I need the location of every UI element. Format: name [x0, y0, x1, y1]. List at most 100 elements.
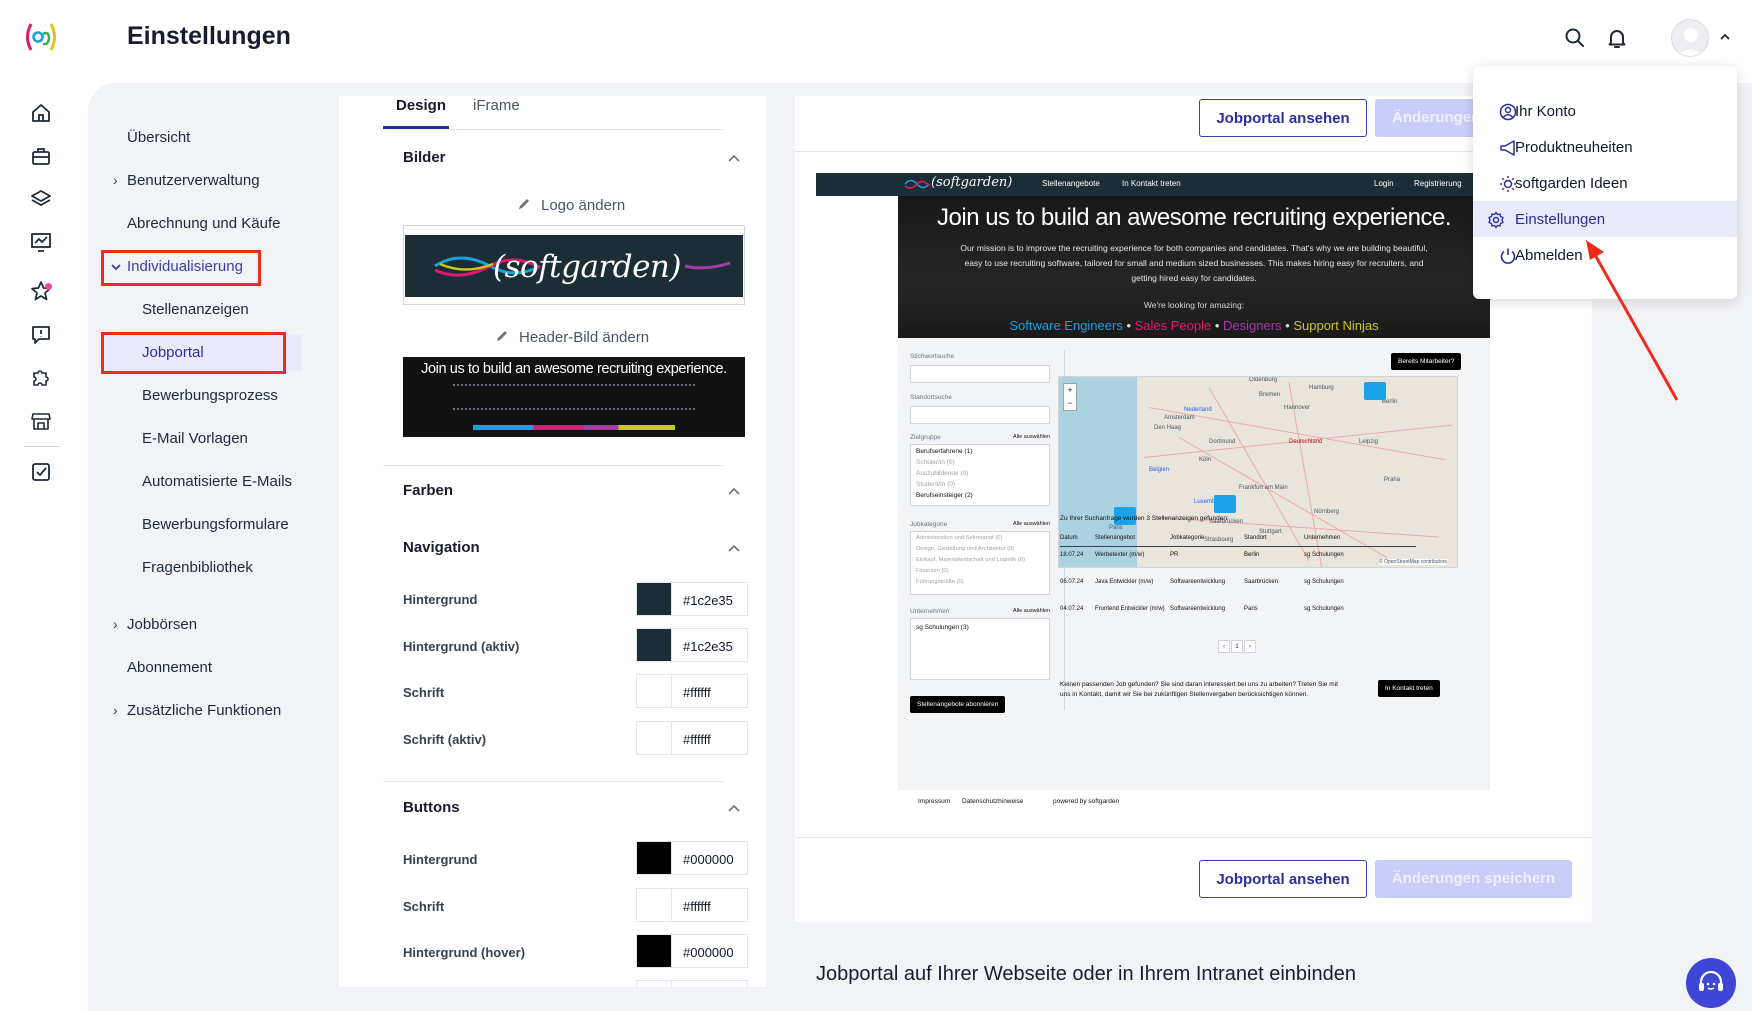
mock-result-cell: sg Schulungen [1304, 606, 1344, 612]
header-edit-link[interactable]: Header-Bild ändern [519, 329, 649, 346]
color-value-input[interactable] [672, 980, 748, 987]
nav-active-indicator [297, 335, 301, 371]
chevron-right-icon[interactable]: › [113, 172, 118, 188]
map-city: Dortmund [1209, 439, 1236, 445]
nav-automatisierte-emails[interactable]: Automatisierte E-Mails [142, 473, 292, 490]
pencil-icon[interactable] [495, 329, 509, 343]
nav-bewerbungsprozess[interactable]: Bewerbungsprozess [142, 387, 278, 404]
chevron-up-icon[interactable] [727, 484, 741, 498]
mock-option: Administration und Sekretariat (0) [916, 535, 1003, 541]
checklist-icon[interactable] [30, 461, 52, 483]
color-value-input[interactable]: #000000 [672, 934, 748, 968]
map-city: Praha [1384, 477, 1401, 483]
mock-nav-link: Registrierung [1414, 179, 1462, 188]
nav-bewerbungsformulare[interactable]: Bewerbungsformulare [142, 516, 289, 533]
nav-email-vorlagen[interactable]: E-Mail Vorlagen [142, 430, 248, 447]
map-city: Hannover [1284, 405, 1311, 411]
save-button[interactable]: Änderungen speichern [1375, 860, 1572, 898]
mock-list: Administration und Sekretariat (0) Desig… [910, 531, 1050, 595]
mock-result-cell: 04.07.24 [1060, 606, 1084, 612]
color-row-label: Schrift [403, 685, 445, 700]
menu-item-ihr-konto[interactable]: Ihr Konto [1485, 93, 1725, 129]
highlight-box-individualisierung [101, 250, 261, 286]
color-value-input[interactable]: #1c2e35 [672, 628, 748, 662]
nav-benutzerverwaltung[interactable]: Benutzerverwaltung [127, 172, 260, 189]
pencil-icon[interactable] [517, 197, 531, 211]
mock-role: Support Ninjas [1293, 318, 1379, 333]
jobportal-ansehen-button[interactable]: Jobportal ansehen [1199, 99, 1367, 137]
color-row-label: Hintergrund [403, 852, 478, 867]
bell-icon[interactable] [1605, 26, 1629, 50]
tab-divider [383, 129, 724, 130]
map-city: Frankfurt am Main [1239, 485, 1288, 491]
tab-design[interactable]: Design [396, 97, 446, 114]
color-value-input[interactable]: #000000 [672, 841, 748, 875]
color-swatch[interactable] [636, 888, 672, 922]
menu-item-softgarden-ideen[interactable]: softgarden Ideen [1485, 165, 1725, 201]
analytics-icon[interactable] [30, 231, 52, 253]
nav-abonnement[interactable]: Abonnement [127, 659, 212, 676]
menu-item-label: Ihr Konto [1515, 103, 1576, 120]
color-value-input[interactable]: #ffffff [672, 721, 748, 755]
mock-bereits-button: Bereits Mitarbeiter? [1391, 353, 1462, 370]
store-icon[interactable] [30, 410, 52, 432]
mock-contact-button: In Kontakt treten [1378, 680, 1440, 697]
color-swatch[interactable] [636, 582, 672, 616]
home-icon[interactable] [30, 102, 52, 124]
menu-item-label: Produktneuheiten [1515, 139, 1633, 156]
tab-iframe[interactable]: iFrame [473, 97, 520, 114]
chevron-up-icon[interactable] [727, 801, 741, 815]
color-swatch[interactable] [636, 934, 672, 968]
mock-list: Berufserfahrene (1) Schüler/in (0) Auszu… [910, 444, 1050, 506]
tab-active-indicator [383, 126, 449, 129]
nav-abrechnung[interactable]: Abrechnung und Käufe [127, 215, 280, 232]
page-title: Einstellungen [127, 22, 291, 50]
nav-uebersicht[interactable]: Übersicht [127, 129, 190, 146]
avatar[interactable] [1671, 19, 1709, 57]
mock-result-cell: sg Schulungen [1304, 579, 1344, 585]
color-swatch[interactable] [636, 721, 672, 755]
color-value-input[interactable]: #1c2e35 [672, 582, 748, 616]
map-city: Nürnberg [1314, 509, 1340, 515]
chevron-up-icon[interactable] [1718, 30, 1732, 44]
section-title-navigation: Navigation [403, 539, 480, 556]
support-chat-button[interactable] [1686, 958, 1736, 1008]
color-swatch[interactable] [636, 628, 672, 662]
color-swatch[interactable] [636, 980, 672, 987]
chevron-right-icon[interactable]: › [113, 616, 118, 632]
search-icon[interactable] [1563, 26, 1587, 50]
jobportal-ansehen-button[interactable]: Jobportal ansehen [1199, 860, 1367, 898]
layers-icon[interactable] [30, 188, 52, 210]
mock-legal-link: Impressum [918, 798, 951, 805]
menu-item-label: Abmelden [1515, 247, 1583, 264]
mock-hero-looking: We're looking for amazing: [1143, 300, 1245, 310]
chevron-right-icon[interactable]: › [113, 702, 118, 718]
mock-select-all: Alle auswählen [1013, 608, 1050, 614]
mock-option: Führungskräfte (0) [916, 579, 964, 585]
mock-legal-link: Datenschutzhinweise [962, 798, 1024, 805]
briefcase-icon[interactable] [30, 145, 52, 167]
section-divider [383, 465, 724, 466]
puzzle-icon[interactable] [30, 367, 52, 389]
color-value-input[interactable]: #ffffff [672, 888, 748, 922]
color-swatch[interactable] [636, 674, 672, 708]
color-swatch[interactable] [636, 841, 672, 875]
nav-jobboersen[interactable]: Jobbörsen [127, 616, 197, 633]
logo-edit-link[interactable]: Logo ändern [541, 197, 625, 214]
nav-zusaetzliche-funktionen[interactable]: Zusätzliche Funktionen [127, 702, 281, 719]
mock-hero-roles: Software Engineers • Sales People • Desi… [1009, 318, 1379, 333]
feedback-icon[interactable] [30, 324, 52, 346]
mock-input [910, 365, 1050, 383]
color-value-input[interactable]: #ffffff [672, 674, 748, 708]
menu-item-einstellungen[interactable]: Einstellungen [1473, 201, 1737, 237]
chevron-up-icon[interactable] [727, 541, 741, 555]
mock-results-header: Unternehmen [1304, 535, 1341, 541]
softgarden-logo[interactable] [22, 20, 60, 54]
mock-option: Finanzen (0) [916, 568, 949, 574]
nav-stellenanzeigen[interactable]: Stellenanzeigen [142, 301, 249, 318]
chevron-up-icon[interactable] [727, 151, 741, 165]
nav-fragenbibliothek[interactable]: Fragenbibliothek [142, 559, 253, 576]
section-title-bilder: Bilder [403, 149, 446, 166]
menu-item-produktneuheiten[interactable]: Produktneuheiten [1485, 129, 1725, 165]
logo-wordmark-text: (softgarden) [493, 249, 682, 285]
